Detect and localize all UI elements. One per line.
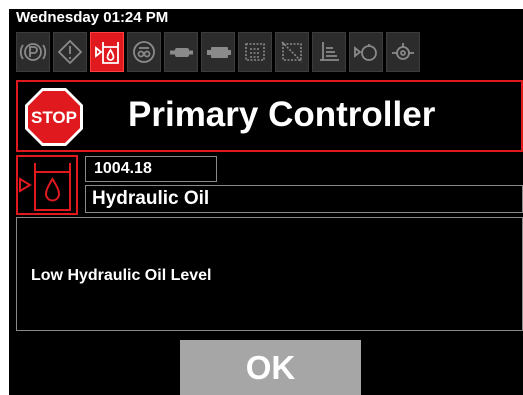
warning-button[interactable] [53, 32, 87, 72]
filter-button[interactable] [275, 32, 309, 72]
parking-brake-icon [19, 43, 47, 61]
transmission-icon [170, 48, 193, 57]
transmission-button[interactable] [164, 32, 198, 72]
oil-pressure-button[interactable] [349, 32, 383, 72]
hydraulic-oil-button[interactable] [90, 32, 124, 72]
fault-name: Hydraulic Oil [85, 185, 523, 213]
fault-message-box: Low Hydraulic Oil Level [16, 217, 523, 331]
hydraulic-oil-icon [19, 163, 71, 211]
controller-header: STOP Primary Controller [16, 80, 523, 152]
page-title: Primary Controller [128, 95, 436, 134]
battery-icon [207, 47, 231, 58]
stop-sign-label: STOP [31, 108, 77, 127]
fault-icon-box [16, 155, 78, 215]
battery-button[interactable] [201, 32, 235, 72]
engine-button[interactable] [127, 32, 161, 72]
oil-pressure-icon [354, 44, 377, 61]
oil-temperature-button[interactable] [386, 32, 420, 72]
ok-button[interactable]: OK [180, 340, 361, 395]
hydraulic-oil-icon [95, 42, 119, 64]
parking-brake-button[interactable] [16, 32, 50, 72]
engine-icon [133, 41, 155, 63]
display-screen: Wednesday 01:24 PM STOP Primary Controll… [9, 9, 523, 395]
oil-temperature-icon [392, 43, 414, 60]
icon-toolbar [16, 32, 523, 74]
coolant-button[interactable] [238, 32, 272, 72]
stop-sign-icon: STOP [25, 88, 83, 146]
filter-icon [281, 41, 303, 63]
fault-message: Low Hydraulic Oil Level [31, 267, 212, 284]
warning-icon [57, 39, 83, 65]
fuel-button[interactable] [312, 32, 346, 72]
status-datetime: Wednesday 01:24 PM [16, 9, 169, 26]
fault-code: 1004.18 [85, 156, 217, 182]
fuel-icon [320, 42, 339, 61]
coolant-icon [245, 43, 265, 61]
